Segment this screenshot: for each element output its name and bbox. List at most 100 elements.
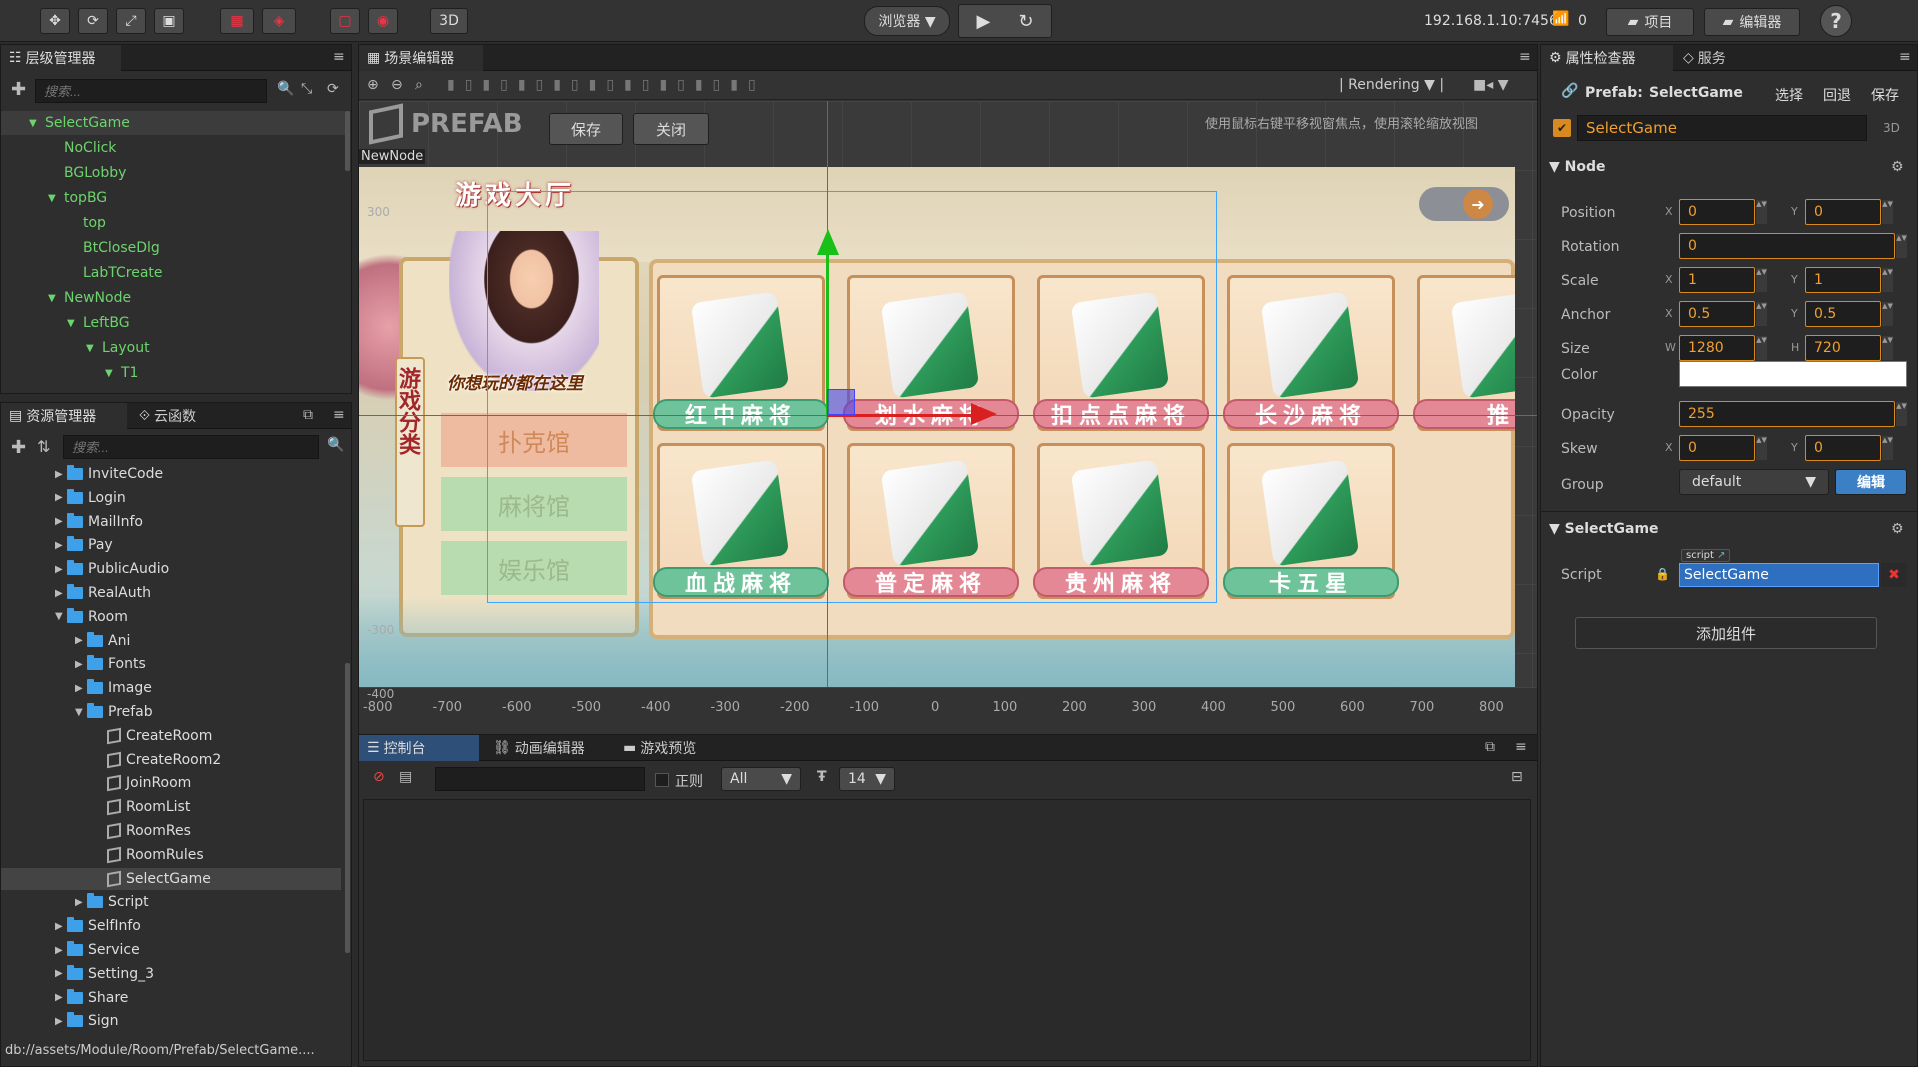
chevron-down-icon[interactable]: ▼ [75, 707, 87, 718]
asset-item[interactable]: ▶ RealAuth [55, 582, 151, 604]
asset-item[interactable]: ▶ Setting_3 [55, 963, 154, 985]
log-file-icon[interactable]: ▤ [399, 769, 412, 785]
zoom-out-icon[interactable]: ⊖ [391, 77, 403, 93]
chevron-right-icon[interactable]: ▶ [55, 921, 67, 932]
rendering-select[interactable]: | Rendering ▼ | [1339, 77, 1444, 93]
menu-icon[interactable]: ≡ [1519, 49, 1531, 65]
asset-item[interactable]: ▼ Room [55, 606, 128, 628]
node-section-header[interactable]: ▼ Node [1549, 159, 1606, 175]
editor-button[interactable]: ▰ 编辑器 [1704, 8, 1800, 36]
size-w-input[interactable]: 1280 [1679, 335, 1755, 361]
regex-checkbox[interactable] [655, 773, 669, 787]
menu-icon[interactable]: ≡ [1899, 49, 1911, 65]
browser-select[interactable]: 浏览器 ▼ [864, 6, 950, 36]
stepper-icon[interactable]: ▲▼ [1755, 302, 1767, 326]
hierarchy-node[interactable]: BtCloseDlg [67, 236, 160, 260]
log-level-select[interactable]: All ▼ [721, 767, 801, 791]
asset-item[interactable]: CreateRoom2 [95, 749, 221, 771]
center-handle[interactable] [827, 389, 855, 415]
node-name-input[interactable]: SelectGame [1577, 115, 1867, 141]
chevron-right-icon[interactable]: ▶ [75, 683, 87, 694]
chevron-down-icon[interactable]: ▼ [48, 293, 60, 304]
asset-item[interactable]: ▶ Sign [55, 1010, 119, 1031]
gear-icon[interactable]: ⚙ [1891, 159, 1904, 175]
chevron-down-icon[interactable]: ▼ [105, 368, 117, 379]
hierarchy-node[interactable]: ▼ SelectGame [1, 111, 345, 135]
pivot-button[interactable]: ▦ [220, 8, 254, 34]
stepper-icon[interactable]: ▲▼ [1755, 200, 1767, 224]
hierarchy-node[interactable]: LabTCreate [67, 261, 163, 285]
chevron-right-icon[interactable]: ▶ [75, 635, 87, 646]
help-button[interactable]: ? [1820, 5, 1852, 37]
rotate-tool-button[interactable]: ⟳ [78, 8, 108, 34]
sort-icon[interactable]: ⇅ [37, 437, 50, 456]
node-active-checkbox[interactable]: ✔ [1553, 119, 1571, 137]
popout-icon[interactable]: ⧉ [1485, 739, 1495, 755]
assets-search-input[interactable] [63, 435, 319, 459]
asset-item[interactable]: ▶ Image [75, 677, 152, 699]
add-component-button[interactable]: 添加组件 [1575, 617, 1877, 649]
refresh-icon[interactable]: ⟳ [327, 81, 339, 97]
skew-x-input[interactable]: 0 [1679, 435, 1755, 461]
console-filter-input[interactable] [435, 767, 645, 791]
asset-item[interactable]: ▶ InviteCode [55, 463, 163, 485]
scene-canvas[interactable]: PREFAB 保存 关闭 使用鼠标右键平移视窗焦点，使用滚轮缩放视图 NewNo… [359, 101, 1537, 735]
asset-item[interactable]: ▶ Script [75, 891, 149, 913]
asset-item[interactable]: JoinRoom [95, 772, 191, 794]
hierarchy-node[interactable]: ▼ NewNode [48, 286, 131, 310]
rotation-input[interactable]: 0 [1679, 233, 1895, 259]
asset-item[interactable]: RoomList [95, 796, 190, 818]
tab-assets[interactable]: ▤ 资源管理器 [1, 403, 127, 429]
prefab-save-button[interactable]: 保存 [549, 113, 623, 145]
asset-item[interactable]: ▶ Share [55, 987, 128, 1009]
tab-scene[interactable]: ▦ 场景编辑器 [359, 45, 483, 71]
asset-item[interactable]: ▶ Fonts [75, 653, 146, 675]
stepper-icon[interactable]: ▲▼ [1755, 268, 1767, 292]
stepper-icon[interactable]: ▲▼ [1895, 234, 1907, 258]
scale-x-input[interactable]: 1 [1679, 267, 1755, 293]
add-icon[interactable]: ✚ [11, 437, 26, 458]
hierarchy-node[interactable]: BGLobby [48, 161, 126, 185]
hierarchy-node[interactable]: ▼ Layout [86, 336, 150, 360]
font-size-select[interactable]: 14 ▼ [839, 767, 895, 791]
chevron-right-icon[interactable]: ▶ [55, 992, 67, 1003]
tab-console[interactable]: ☰ 控制台 [359, 735, 479, 761]
collapse-icon[interactable]: ⊟ [1511, 769, 1523, 785]
asset-item[interactable]: ▶ Service [55, 939, 140, 961]
chevron-right-icon[interactable]: ▶ [55, 492, 67, 503]
search-icon[interactable]: 🔍 [327, 437, 344, 453]
search-icon[interactable]: 🔍 [277, 81, 294, 97]
stepper-icon[interactable]: ▲▼ [1881, 200, 1893, 224]
chevron-down-icon[interactable]: ▼ [48, 193, 60, 204]
hierarchy-node[interactable]: ▼ topBG [48, 186, 107, 210]
stepper-icon[interactable]: ▲▼ [1881, 302, 1893, 326]
color-swatch[interactable] [1679, 361, 1907, 387]
hierarchy-node[interactable]: ▼ T1 [105, 361, 138, 385]
hierarchy-node[interactable]: ▼ LeftBG [67, 311, 130, 335]
size-h-input[interactable]: 720 [1805, 335, 1881, 361]
anchor-x-input[interactable]: 0.5 [1679, 301, 1755, 327]
scale-y-input[interactable]: 1 [1805, 267, 1881, 293]
chevron-right-icon[interactable]: ▶ [55, 469, 67, 480]
gizmo-button[interactable]: ◉ [368, 8, 398, 34]
asset-item[interactable]: ▶ Login [55, 487, 126, 509]
position-y-input[interactable]: 0 [1805, 199, 1881, 225]
align-icons[interactable]: ▮▯▮▯▮▯▮▯▮▯▮▯▮▯▮▯▮▯ [447, 77, 766, 93]
zoom-in-icon[interactable]: ⊕ [367, 77, 379, 93]
tab-cloud-functions[interactable]: ⟐ 云函数 [131, 403, 221, 429]
tab-services[interactable]: ◇ 服务 [1675, 45, 1755, 71]
mode-3d-button[interactable]: 3D [430, 8, 468, 34]
zoom-reset-icon[interactable]: ⌕ [415, 77, 423, 93]
asset-item[interactable]: CreateRoom [95, 725, 212, 747]
chevron-down-icon[interactable]: ▼ [86, 343, 98, 354]
prefab-close-button[interactable]: 关闭 [633, 113, 709, 145]
popout-icon[interactable]: ⧉ [303, 407, 313, 423]
play-button[interactable]: ▶ ↻ [958, 4, 1052, 38]
add-icon[interactable]: ✚ [11, 79, 26, 100]
position-x-input[interactable]: 0 [1679, 199, 1755, 225]
camera-icon[interactable]: ■◂ ▼ [1473, 77, 1508, 93]
menu-icon[interactable]: ≡ [333, 407, 345, 423]
prefab-select-button[interactable]: 选择 [1775, 85, 1803, 105]
menu-icon[interactable]: ≡ [1515, 739, 1527, 755]
tab-inspector[interactable]: ⚙ 属性检查器 [1541, 45, 1673, 71]
